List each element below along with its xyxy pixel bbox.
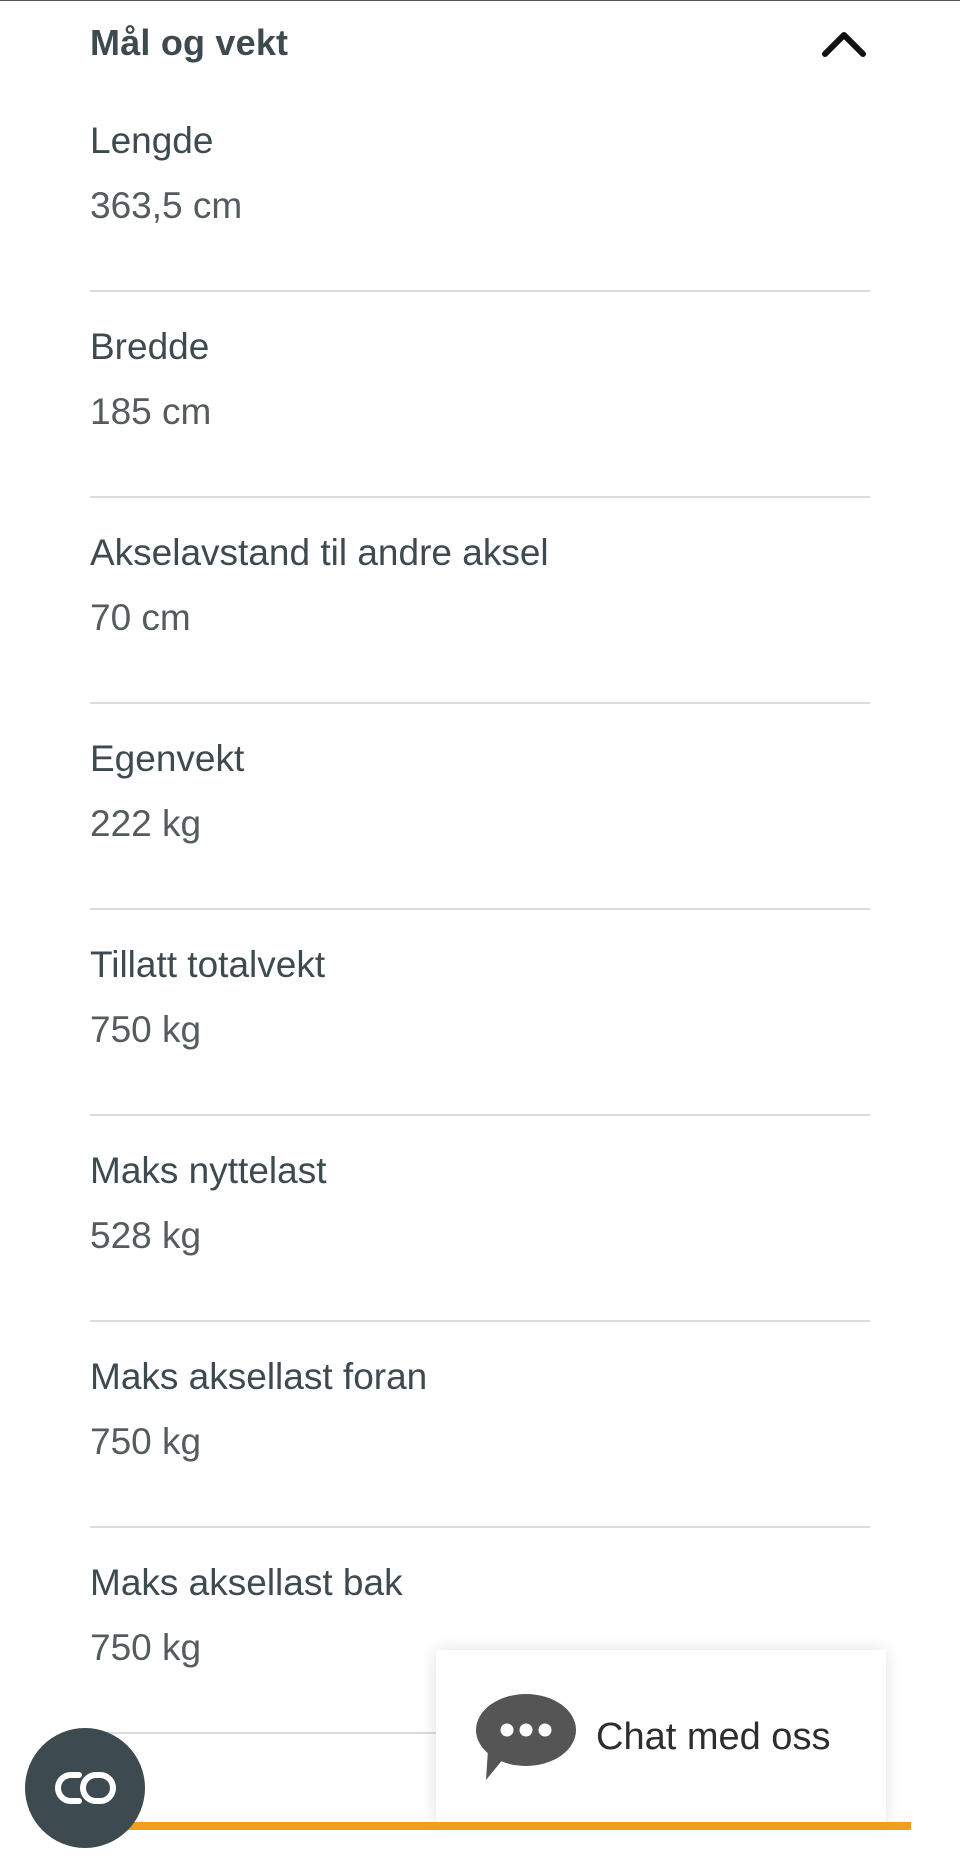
spec-item: Maks nyttelast 528 kg: [90, 1116, 870, 1322]
spec-item: Egenvekt 222 kg: [90, 704, 870, 910]
spec-label: Tillatt totalvekt: [90, 944, 326, 985]
spec-item: Tillatt totalvekt 750 kg: [90, 910, 870, 1116]
spec-label: Maks nyttelast: [90, 1150, 327, 1191]
spec-item: Bredde 185 cm: [90, 292, 870, 498]
chat-button[interactable]: Chat med oss: [436, 1650, 886, 1824]
spec-item: Lengde 363,5 cm: [90, 86, 870, 292]
link-fab-button[interactable]: [25, 1728, 145, 1848]
section-title: Mål og vekt: [90, 22, 289, 63]
spec-item: Maks aksellast foran 750 kg: [90, 1322, 870, 1528]
spec-value: 185 cm: [90, 391, 212, 432]
spec-label: Bredde: [90, 326, 210, 367]
spec-label: Akselavstand til andre aksel: [90, 532, 549, 573]
spec-label: Lengde: [90, 120, 214, 161]
spec-value: 222 kg: [90, 803, 202, 844]
spec-value: 363,5 cm: [90, 185, 243, 226]
link-icon: [55, 1772, 116, 1804]
spec-value: 750 kg: [90, 1421, 202, 1462]
spec-label: Maks aksellast foran: [90, 1356, 428, 1397]
spec-list: Lengde 363,5 cm Bredde 185 cm Akselavsta…: [90, 86, 870, 1734]
chat-label: Chat med oss: [596, 1715, 831, 1758]
spec-label: Maks aksellast bak: [90, 1562, 403, 1603]
spec-value: 70 cm: [90, 597, 191, 638]
spec-value: 528 kg: [90, 1215, 202, 1256]
spec-label: Egenvekt: [90, 738, 245, 779]
spec-value: 750 kg: [90, 1627, 202, 1668]
spec-value: 750 kg: [90, 1009, 202, 1050]
accent-bar: [125, 1822, 911, 1830]
spec-item: Akselavstand til andre aksel 70 cm: [90, 498, 870, 704]
chat-bubble-icon: [476, 1694, 576, 1780]
section-header[interactable]: Mål og vekt: [90, 0, 870, 86]
chevron-up-icon[interactable]: [818, 23, 870, 63]
